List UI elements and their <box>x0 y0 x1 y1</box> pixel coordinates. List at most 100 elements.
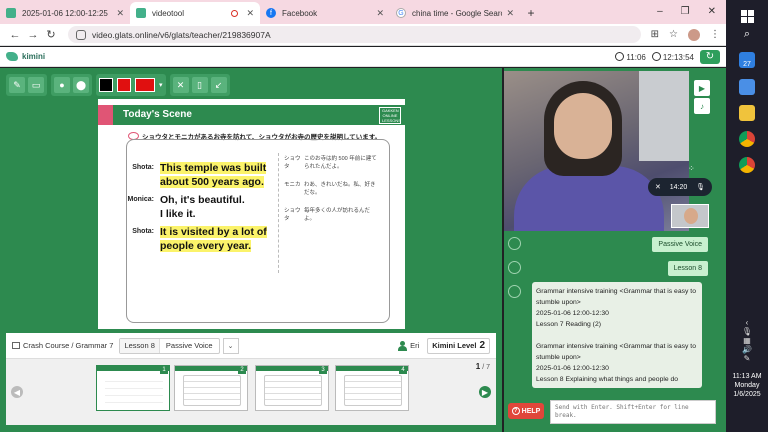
chrome-app[interactable] <box>737 129 757 149</box>
lesson-dropdown-button[interactable]: ⌄ <box>222 337 239 354</box>
search-icon[interactable]: ⌕ <box>737 24 757 44</box>
facebook-icon: f <box>266 8 276 18</box>
bookmark-star-icon[interactable]: ☆ <box>669 29 678 40</box>
app-header: kimini 11:06 12:13:54 ↻ <box>0 47 726 67</box>
pen-icon[interactable]: ✎ <box>9 77 25 93</box>
translation-line: ショウタ 毎年多くの人が訪れるんだよ。 <box>284 208 371 222</box>
slide-thumbnail[interactable]: 1 <box>96 365 170 411</box>
close-icon[interactable]: ✕ <box>246 8 254 19</box>
dialog-text: This temple was built about 500 years ago… <box>160 162 267 188</box>
tool-group-color: ▾ <box>96 74 166 96</box>
speaker-name: Shota: <box>132 164 154 171</box>
volume-icon[interactable]: 🔊 <box>726 345 768 354</box>
maximize-button[interactable]: ❐ <box>681 6 690 17</box>
chat-status-icon <box>508 261 521 274</box>
minimize-button[interactable]: – <box>657 6 663 17</box>
mic-tray-icon[interactable]: 🎙 <box>726 327 768 336</box>
color-black-swatch[interactable] <box>99 78 113 92</box>
next-slide-button[interactable]: ▶ <box>479 386 491 398</box>
forward-arrow-icon[interactable]: → <box>24 29 42 41</box>
address-bar-actions: ⊞ ☆ ⋮ <box>651 28 720 41</box>
clear-icon[interactable]: ✕ <box>172 77 189 93</box>
chevron-down-icon[interactable]: ▾ <box>159 81 163 89</box>
site-settings-icon[interactable] <box>76 29 86 40</box>
mic-icon[interactable]: 🎙 <box>696 183 705 191</box>
prev-slide-button[interactable]: ◀ <box>11 386 23 398</box>
mail-app[interactable] <box>737 77 757 97</box>
slide-thumbnails: 1 / 7 ◀ 1 2 3 4 ▶ <box>6 359 496 425</box>
lesson-number: Lesson 8 <box>120 338 160 353</box>
chrome-profile-app[interactable] <box>737 155 757 175</box>
dialog-line: Monica: Oh, it's beautiful. I like it. <box>114 193 245 221</box>
lesson-slide: Today's Scene GAKKEN ONLINE LESSONS ショウタ… <box>98 99 405 329</box>
lesson-selector[interactable]: Lesson 8 Passive Voice <box>119 337 220 354</box>
refresh-button[interactable]: ↻ <box>700 49 720 64</box>
slide-thumbnail[interactable]: 2 <box>174 365 248 411</box>
slide-thumbnail[interactable]: 3 <box>255 365 329 411</box>
tab-google-search[interactable]: G china time - Google Search ✕ <box>390 2 520 24</box>
browser-tab-bar: 2025-01-06 12:00-12:25 ✕ videotool ✕ f F… <box>0 0 726 24</box>
color-red-swatch[interactable] <box>117 78 131 92</box>
reload-icon[interactable]: ↻ <box>42 28 60 41</box>
network-icon[interactable]: ▦ <box>726 336 768 345</box>
small-drop-icon[interactable]: ● <box>54 77 70 93</box>
slide-title: Today's Scene <box>123 109 192 120</box>
chat-input[interactable] <box>550 400 716 424</box>
student-name: Eri <box>410 341 420 350</box>
chat-status-icon <box>508 237 521 250</box>
video-options-icon[interactable]: ⁘ <box>688 164 696 173</box>
tab-videotool[interactable]: videotool ✕ <box>130 2 260 24</box>
windows-logo-icon <box>740 9 754 23</box>
header-timers: 11:06 12:13:54 ↻ <box>615 49 720 64</box>
kimini-favicon-icon <box>136 8 146 18</box>
chat-chip: Lesson 8 <box>667 261 708 276</box>
page-icon[interactable]: ▯ <box>191 77 208 93</box>
collapse-arrow-icon[interactable]: ↙ <box>210 77 227 93</box>
video-window-bg <box>639 71 689 161</box>
close-icon[interactable]: ✕ <box>376 8 384 19</box>
student-video <box>504 71 689 231</box>
close-icon[interactable]: ✕ <box>116 8 124 19</box>
page-counter: 1 / 7 <box>475 362 490 371</box>
windows-taskbar: ⌕ 27 ‹ 🎙 ▦ 🔊 ✎ 11:13 AM Monday 1/6/2025 <box>726 0 768 432</box>
close-icon[interactable]: ✕ <box>506 8 514 19</box>
translate-icon[interactable]: ⊞ <box>651 29 659 40</box>
chat-panel: Passive Voice Lesson 8 Grammar intensive… <box>504 233 726 396</box>
large-drop-icon[interactable]: ⬤ <box>73 77 89 93</box>
elapsed-timer: 11:06 <box>615 51 646 62</box>
calendar-app[interactable]: 27 <box>737 50 757 70</box>
brand-badge: GAKKEN ONLINE LESSONS <box>379 107 401 124</box>
folder-icon <box>739 105 755 121</box>
recording-icon <box>231 9 239 17</box>
color-dropdown-swatch[interactable] <box>135 78 155 92</box>
google-icon: G <box>396 8 406 18</box>
camera-toggle-button[interactable]: ▶ <box>694 80 710 96</box>
start-button[interactable] <box>737 6 757 26</box>
tab-lesson-time[interactable]: 2025-01-06 12:00-12:25 ✕ <box>0 2 130 24</box>
help-button[interactable]: ? HELP <box>508 403 544 419</box>
new-tab-button[interactable]: + <box>520 2 542 24</box>
video-figure-face <box>554 93 612 159</box>
url-input[interactable]: video.glats.online/v6/glats/teacher/2198… <box>68 26 641 43</box>
dialog-text: Oh, it's beautiful. I like it. <box>160 194 245 220</box>
file-explorer-app[interactable] <box>737 103 757 123</box>
mic-toggle-button[interactable]: ♪ <box>694 98 710 114</box>
tab-facebook[interactable]: f Facebook ✕ <box>260 2 390 24</box>
tab-title: china time - Google Search <box>412 8 503 18</box>
taskbar-clock[interactable]: 11:13 AM Monday 1/6/2025 <box>726 372 768 399</box>
more-menu-icon[interactable]: ⋮ <box>710 29 720 40</box>
student-info: Eri <box>398 340 420 351</box>
slide-thumbnail[interactable]: 4 <box>335 365 409 411</box>
clock-icon <box>651 51 661 61</box>
window-controls: – ❐ ✕ <box>657 0 726 22</box>
close-window-button[interactable]: ✕ <box>708 6 716 17</box>
back-arrow-icon[interactable]: ← <box>6 29 24 41</box>
chat-status-icon <box>508 285 521 298</box>
pen-tray-icon[interactable]: ✎ <box>726 354 768 363</box>
chevron-left-icon[interactable]: ‹ <box>726 318 768 327</box>
stopwatch-icon <box>615 51 625 61</box>
shape-tool-icon[interactable]: ▭ <box>28 77 44 93</box>
profile-avatar[interactable] <box>688 28 700 41</box>
drawing-toolbar: ✎ ▭ ● ⬤ ▾ ✕ ▯ ↙ <box>6 74 230 96</box>
screen: 2025-01-06 12:00-12:25 ✕ videotool ✕ f F… <box>0 0 768 432</box>
